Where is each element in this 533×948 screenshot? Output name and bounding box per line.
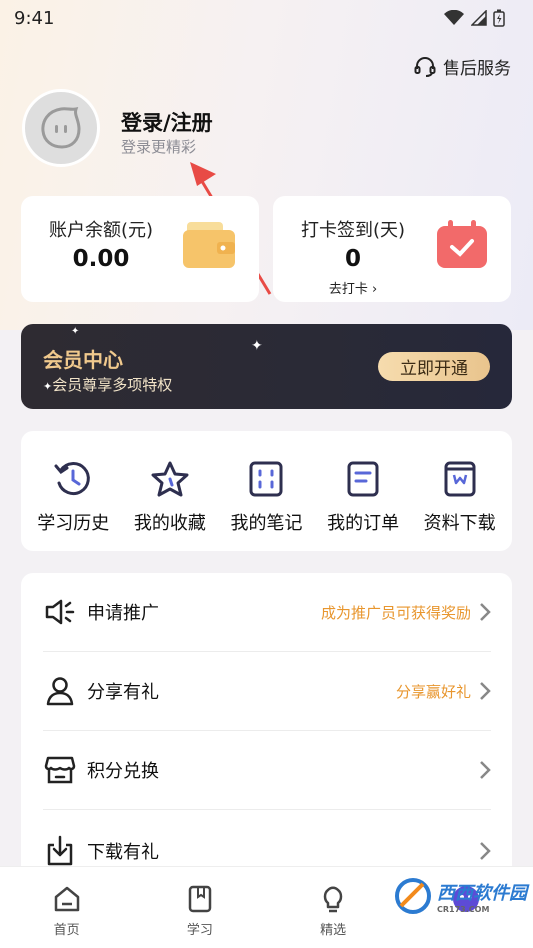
sparkle-icon: ✦ xyxy=(251,338,263,354)
watermark-text: 西西软件园 xyxy=(437,882,527,904)
status-bar: 9:41 xyxy=(0,0,533,36)
checkin-action-label: 去打卡 xyxy=(328,282,368,297)
sparkle-icon: ✦ xyxy=(43,380,53,393)
menu-item-share[interactable]: 分享有礼 分享赢好礼 xyxy=(43,652,491,731)
chevron-right-icon xyxy=(480,761,491,779)
store-icon xyxy=(44,756,76,784)
wifi-icon xyxy=(444,10,464,25)
chevron-right-icon xyxy=(480,682,491,700)
tab-home[interactable]: 首页 xyxy=(22,867,112,948)
checkin-action[interactable]: 去打卡 › xyxy=(273,278,433,297)
menu-item-label: 申请推广 xyxy=(87,603,159,624)
vip-title: 会员中心 xyxy=(43,348,123,372)
chevron-right-icon xyxy=(480,603,491,621)
menu-item-label: 下载有礼 xyxy=(87,841,159,863)
watermark-logo-icon xyxy=(395,878,431,914)
notes-icon xyxy=(249,461,283,497)
download-icon xyxy=(47,835,73,865)
tab-label: 学习 xyxy=(186,923,213,938)
login-subtitle: 登录更精彩 xyxy=(121,138,197,156)
site-watermark: 西西软件园 CR173.COM xyxy=(393,876,527,916)
tab-label: 首页 xyxy=(53,923,80,938)
quick-action-history[interactable]: 学习历史 xyxy=(25,431,121,551)
quick-action-label: 学习历史 xyxy=(37,513,110,534)
menu-item-promotion[interactable]: 申请推广 成为推广员可获得奖励 xyxy=(43,573,491,652)
book-icon xyxy=(188,885,212,913)
login-register-link[interactable]: 登录/注册 xyxy=(121,107,213,137)
megaphone-icon xyxy=(45,599,75,625)
vip-banner[interactable]: 会员中心 ✦会员尊享多项特权 ✦ ✦ 立即开通 xyxy=(21,324,512,409)
headset-icon xyxy=(414,56,436,77)
quick-action-orders[interactable]: 我的订单 xyxy=(315,431,411,551)
quick-action-label: 资料下载 xyxy=(423,513,496,534)
watermark-sub: CR173.COM xyxy=(437,904,490,914)
checkin-label: 打卡签到(天) xyxy=(300,220,406,241)
after-sales-service[interactable]: 售后服务 xyxy=(413,54,511,79)
person-icon xyxy=(46,677,74,706)
sparkle-icon: ✦ xyxy=(71,326,80,337)
signal-icon xyxy=(471,10,487,26)
quick-action-label: 我的订单 xyxy=(327,513,400,534)
chevron-right-icon xyxy=(480,841,491,860)
quick-action-favorites[interactable]: 我的收藏 xyxy=(122,431,218,551)
book-download-icon xyxy=(444,461,476,497)
balance-value: 0.00 xyxy=(72,246,130,272)
menu-item-label: 分享有礼 xyxy=(87,682,159,703)
menu-item-label: 积分兑换 xyxy=(87,761,159,782)
star-icon xyxy=(151,461,189,497)
history-icon xyxy=(54,462,91,496)
menu-item-hint: 分享赢好礼 xyxy=(395,682,471,701)
chevron-right-icon: › xyxy=(371,282,378,297)
battery-icon xyxy=(493,9,505,27)
vip-subtitle: ✦会员尊享多项特权 xyxy=(43,376,173,394)
balance-card[interactable]: 账户余额(元) 0.00 xyxy=(21,196,259,302)
bulb-icon xyxy=(323,886,343,913)
quick-action-notes[interactable]: 我的笔记 xyxy=(218,431,314,551)
avatar[interactable] xyxy=(22,89,100,167)
tab-label: 精选 xyxy=(320,923,347,938)
tab-study[interactable]: 学习 xyxy=(155,867,245,948)
status-time: 9:41 xyxy=(14,7,55,29)
quick-action-label: 我的笔记 xyxy=(230,513,303,534)
support-label: 售后服务 xyxy=(443,59,511,79)
default-avatar-icon xyxy=(41,107,81,149)
menu-item-hint: 成为推广员可获得奖励 xyxy=(320,603,471,622)
settings-menu: 申请推广 成为推广员可获得奖励 分享有礼 分享赢好礼 积分兑换 下载有礼 xyxy=(21,573,512,893)
quick-actions: 学习历史 我的收藏 我的笔记 我的订单 资料下载 xyxy=(21,431,512,551)
calendar-icon xyxy=(437,220,487,268)
tab-featured[interactable]: 精选 xyxy=(288,867,378,948)
open-vip-button[interactable]: 立即开通 xyxy=(378,352,490,381)
balance-label: 账户余额(元) xyxy=(48,220,154,241)
wallet-icon xyxy=(183,222,235,268)
order-icon xyxy=(347,461,379,497)
home-icon xyxy=(54,886,79,912)
status-icons xyxy=(443,9,505,27)
checkin-value: 0 xyxy=(344,246,361,272)
checkin-card[interactable]: 打卡签到(天) 0 去打卡 › xyxy=(273,196,511,302)
quick-action-label: 我的收藏 xyxy=(133,513,206,534)
quick-action-downloads[interactable]: 资料下载 xyxy=(412,431,508,551)
menu-item-points-exchange[interactable]: 积分兑换 xyxy=(43,731,491,810)
